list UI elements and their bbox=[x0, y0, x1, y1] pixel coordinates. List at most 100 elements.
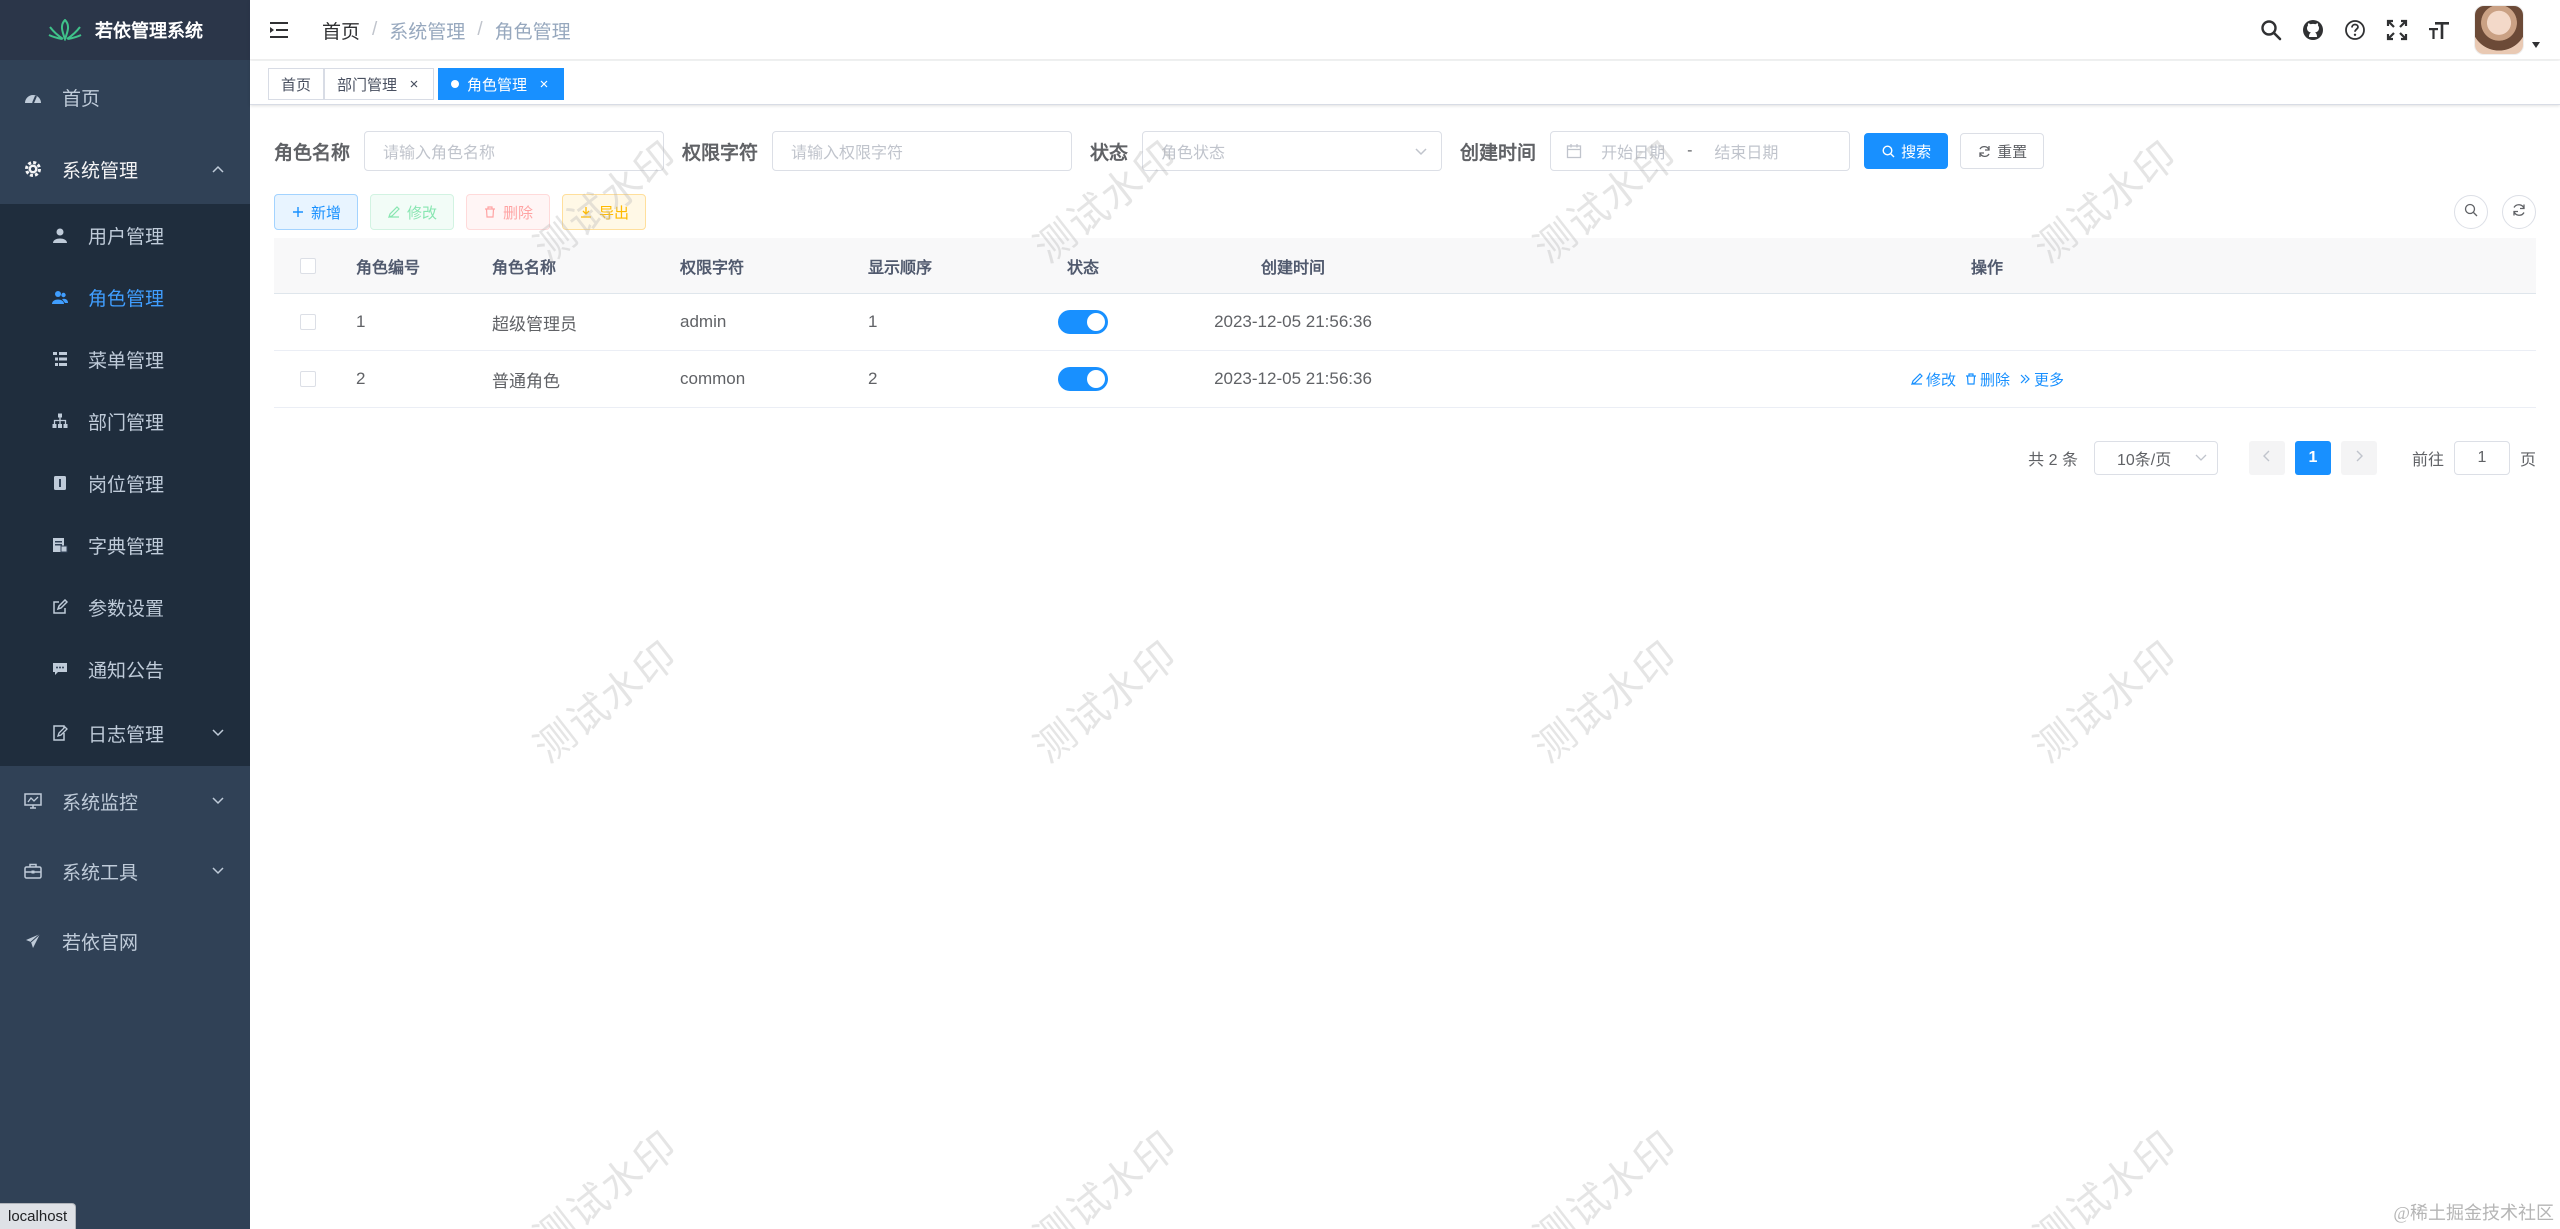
row-checkbox[interactable] bbox=[300, 314, 316, 330]
operations-cell: 修改 删除 更多 bbox=[1438, 369, 2536, 390]
row-more-link[interactable]: 更多 bbox=[2018, 369, 2064, 390]
sidebar-item-website[interactable]: 若依官网 bbox=[0, 906, 250, 976]
status-cell bbox=[1018, 367, 1148, 391]
jump-prefix: 前往 bbox=[2411, 452, 2444, 469]
date-separator: - bbox=[1687, 142, 1693, 159]
close-icon[interactable] bbox=[407, 77, 421, 91]
search-icon[interactable] bbox=[2250, 0, 2292, 60]
row-delete-link[interactable]: 删除 bbox=[1964, 369, 2010, 390]
table-row: 1 超级管理员 admin 1 2023-12-05 21:56:36 bbox=[274, 294, 2536, 351]
log-icon bbox=[50, 723, 70, 743]
page-jump-input[interactable]: 1 bbox=[2453, 441, 2510, 475]
status-select[interactable]: 角色状态 bbox=[1142, 131, 1443, 171]
search-icon bbox=[1881, 144, 1895, 158]
prev-page-button[interactable] bbox=[2248, 441, 2285, 475]
select-all-checkbox[interactable] bbox=[300, 257, 316, 274]
end-date-placeholder: 结束日期 bbox=[1714, 145, 1779, 162]
column-header: 角色名称 bbox=[492, 259, 557, 277]
search-button[interactable]: 搜索 bbox=[1864, 133, 1949, 169]
sidebar-item-tools[interactable]: 系统工具 bbox=[0, 836, 250, 906]
sidebar-item-label: 通知公告 bbox=[88, 660, 165, 682]
tag-dept[interactable]: 部门管理 bbox=[324, 68, 435, 100]
chevron-right-icon bbox=[2355, 449, 2363, 467]
breadcrumb-separator: / bbox=[372, 19, 378, 40]
column-header: 角色编号 bbox=[356, 259, 421, 277]
logo-icon bbox=[47, 18, 83, 42]
placeholder: 请输入角色名称 bbox=[383, 145, 496, 162]
status-label: 状态 bbox=[1090, 142, 1129, 164]
sidebar-item-label: 字典管理 bbox=[88, 536, 165, 558]
sidebar-item-dicts[interactable]: 字典管理 bbox=[0, 514, 250, 576]
hamburger-icon[interactable] bbox=[268, 19, 290, 41]
sidebar-item-system[interactable]: 系统管理 bbox=[0, 134, 250, 204]
role-name-label: 角色名称 bbox=[274, 142, 351, 164]
start-date-placeholder: 开始日期 bbox=[1601, 145, 1666, 162]
trash-icon bbox=[483, 205, 497, 219]
sidebar-item-config[interactable]: 参数设置 bbox=[0, 576, 250, 638]
sidebar-logo[interactable]: 若依管理系统 bbox=[0, 0, 250, 60]
browser-status-url: localhost bbox=[0, 1203, 77, 1229]
delete-button[interactable]: 删除 bbox=[466, 194, 551, 230]
chevron-up-icon bbox=[210, 161, 226, 177]
close-icon[interactable] bbox=[537, 77, 551, 91]
button-label: 导出 bbox=[599, 204, 630, 222]
role-name-cell: 超级管理员 bbox=[492, 314, 577, 334]
question-icon[interactable] bbox=[2334, 0, 2376, 60]
user-avatar-dropdown[interactable] bbox=[2474, 5, 2542, 55]
breadcrumb-item[interactable]: 首页 bbox=[322, 17, 360, 44]
sidebar-item-monitor[interactable]: 系统监控 bbox=[0, 766, 250, 836]
search-form: 角色名称 请输入角色名称 权限字符 请输入权限字符 状态 角色状态 创建时间 开… bbox=[274, 130, 2056, 172]
tag-home[interactable]: 首页 bbox=[268, 68, 325, 100]
status-switch[interactable] bbox=[1058, 310, 1108, 334]
sidebar-item-roles[interactable]: 角色管理 bbox=[0, 266, 250, 328]
sidebar-item-logs[interactable]: 日志管理 bbox=[0, 700, 250, 766]
sidebar-item-posts[interactable]: 岗位管理 bbox=[0, 452, 250, 514]
role-name-input[interactable]: 请输入角色名称 bbox=[364, 131, 665, 171]
navbar: 首页 / 系统管理 / 角色管理 bbox=[250, 0, 2560, 60]
font-size-icon[interactable] bbox=[2418, 0, 2460, 60]
role-sort-cell: 2 bbox=[868, 369, 878, 388]
chevron-down-icon bbox=[210, 725, 226, 741]
calendar-icon bbox=[1565, 142, 1583, 160]
reset-button[interactable]: 重置 bbox=[1960, 133, 2045, 169]
next-page-button[interactable] bbox=[2340, 441, 2377, 475]
date-range-picker[interactable]: 开始日期 - 结束日期 bbox=[1550, 131, 1851, 171]
sidebar-item-home[interactable]: 首页 bbox=[0, 60, 250, 134]
sidebar-item-depts[interactable]: 部门管理 bbox=[0, 390, 250, 452]
edit-button[interactable]: 修改 bbox=[370, 194, 455, 230]
sidebar-item-label: 系统工具 bbox=[62, 862, 139, 884]
tool-icon bbox=[22, 860, 44, 882]
sidebar-item-notices[interactable]: 通知公告 bbox=[0, 638, 250, 700]
page-size-select[interactable]: 10条/页 bbox=[2093, 441, 2218, 475]
column-header: 显示顺序 bbox=[868, 259, 933, 277]
row-check-cell bbox=[274, 371, 342, 387]
jump-suffix: 页 bbox=[2519, 452, 2536, 469]
plus-icon bbox=[291, 205, 305, 219]
row-checkbox[interactable] bbox=[300, 371, 316, 387]
tag-role[interactable]: 角色管理 bbox=[438, 68, 565, 100]
sidebar-item-label: 岗位管理 bbox=[88, 474, 165, 496]
breadcrumb-separator: / bbox=[477, 19, 483, 40]
guide-icon bbox=[22, 930, 44, 952]
sidebar: 若依管理系统 首页 系统管理 用户管理 角色管理 菜单管理 部门管理 岗位管理 … bbox=[0, 0, 250, 1229]
chevron-down-icon bbox=[2195, 452, 2207, 464]
refresh-button[interactable] bbox=[2502, 195, 2536, 229]
edit-icon bbox=[387, 205, 401, 219]
column-header: 创建时间 bbox=[1260, 259, 1325, 277]
created-time-cell: 2023-12-05 21:56:36 bbox=[1214, 369, 1372, 388]
footer-watermark: @稀土掘金技术社区 bbox=[2393, 1203, 2554, 1223]
toggle-search-button[interactable] bbox=[2454, 195, 2488, 229]
row-edit-link[interactable]: 修改 bbox=[1910, 369, 1956, 390]
status-switch[interactable] bbox=[1058, 367, 1108, 391]
gear-icon bbox=[22, 158, 44, 180]
export-button[interactable]: 导出 bbox=[562, 194, 647, 230]
github-icon[interactable] bbox=[2292, 0, 2334, 60]
add-button[interactable]: 新增 bbox=[274, 194, 359, 230]
sidebar-item-menus[interactable]: 菜单管理 bbox=[0, 328, 250, 390]
page-number-button[interactable]: 1 bbox=[2294, 441, 2331, 475]
created-time-label: 创建时间 bbox=[1460, 142, 1537, 164]
pagination: 共 2 条 10条/页 1 前往 1 页 bbox=[2028, 440, 2536, 476]
fullscreen-icon[interactable] bbox=[2376, 0, 2418, 60]
sidebar-item-users[interactable]: 用户管理 bbox=[0, 204, 250, 266]
role-key-input[interactable]: 请输入权限字符 bbox=[772, 131, 1073, 171]
